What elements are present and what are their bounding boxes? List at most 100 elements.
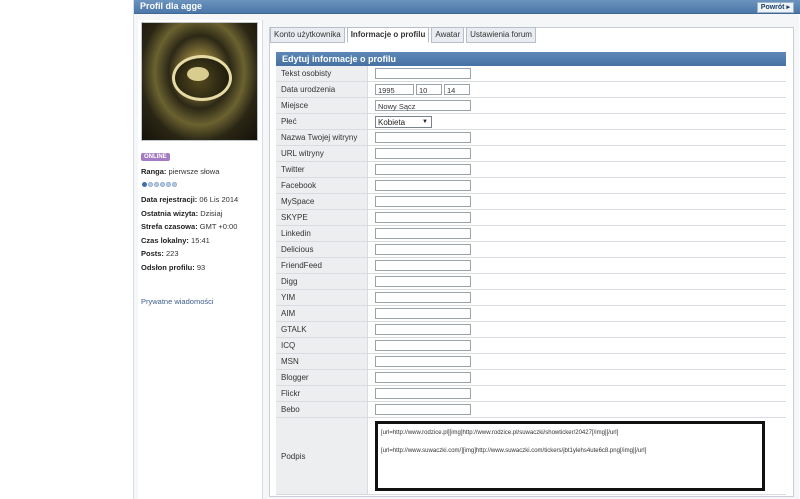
gender-select[interactable]: Kobieta ▼ — [375, 115, 432, 128]
stat-value: Dzisiaj — [200, 208, 223, 218]
field-input[interactable] — [375, 132, 471, 143]
field-label: Flickr — [276, 385, 368, 402]
form-row: MySpace — [276, 193, 786, 210]
field-input[interactable] — [375, 292, 471, 303]
field-label: Nazwa Twojej witryny — [276, 129, 368, 146]
field-input[interactable] — [375, 404, 471, 415]
stat-line: Data rejestracji: 06 Lis 2014 — [141, 195, 238, 204]
field-input[interactable] — [375, 308, 471, 319]
form-row: Tekst osobisty — [276, 66, 786, 82]
tab-profile-info[interactable]: Informacje o profilu — [346, 27, 430, 43]
rank-line: Ranga: pierwsze słowa — [141, 167, 219, 176]
profile-tabs: Konto użytkownika Informacje o profilu A… — [270, 27, 536, 43]
form-row: Linkedin — [276, 225, 786, 242]
field-label: URL witryny — [276, 145, 368, 162]
field-input[interactable] — [375, 164, 471, 175]
rank-label: Ranga: — [141, 167, 167, 176]
form-row: SKYPE — [276, 209, 786, 226]
field-input[interactable] — [375, 228, 471, 239]
field-input[interactable] — [375, 340, 471, 351]
location-input[interactable]: Nowy Sącz — [375, 100, 471, 111]
form-row: AIM — [276, 305, 786, 322]
profile-form: Tekst osobisty Data urodzenia 1995 10 14 M… — [276, 66, 786, 495]
form-row: GTALK — [276, 321, 786, 338]
rank-dot-icon — [166, 182, 171, 187]
field-label: Digg — [276, 273, 368, 290]
field-label: GTALK — [276, 321, 368, 338]
left-gutter — [0, 0, 134, 499]
field-input[interactable] — [375, 356, 471, 367]
stat-label: Odsłon profilu: — [141, 262, 195, 272]
stat-label: Czas lokalny: — [141, 235, 189, 245]
tab-forum-settings[interactable]: Ustawienia forum — [466, 27, 536, 43]
field-input[interactable] — [375, 276, 471, 287]
personal-text-label: Tekst osobisty — [276, 66, 368, 82]
tab-avatar[interactable]: Awatar — [431, 27, 465, 43]
avatar — [141, 22, 258, 141]
signature-line: [url=http://www.rodzice.pl][img]http://w… — [381, 430, 619, 436]
field-label: Facebook — [276, 177, 368, 194]
field-label: Bebo — [276, 401, 368, 418]
stat-value: 06 Lis 2014 — [199, 195, 239, 204]
stat-line: Odsłon profilu: 93 — [141, 263, 205, 272]
field-label: Twitter — [276, 161, 368, 178]
stat-label: Posts: — [141, 249, 164, 258]
gender-selected: Kobieta — [378, 117, 406, 127]
birth-month-input[interactable]: 10 — [416, 84, 442, 95]
stat-line: Posts: 223 — [141, 249, 179, 258]
field-input[interactable] — [375, 212, 471, 223]
signature-textarea[interactable]: [url=http://www.rodzice.pl][img]http://w… — [375, 421, 765, 491]
birth-year-input[interactable]: 1995 — [375, 84, 414, 95]
form-row: Facebook — [276, 177, 786, 194]
back-button[interactable]: Powrót ▸ — [756, 2, 794, 13]
stat-label: Data rejestracji: — [141, 195, 198, 204]
form-row: ICQ — [276, 337, 786, 354]
tab-account[interactable]: Konto użytkownika — [270, 27, 345, 43]
page-title: Profil dla agge — [140, 1, 203, 11]
field-input[interactable] — [375, 388, 471, 399]
field-input[interactable] — [375, 196, 471, 207]
form-row: Twitter — [276, 161, 786, 178]
back-label: Powrót — [760, 4, 785, 11]
form-row: URL witryny — [276, 145, 786, 162]
rank-dot-icon — [148, 182, 153, 187]
field-input[interactable] — [375, 180, 471, 191]
signature-row: Podpis [url=http://www.rodzice.pl][img]ht… — [276, 417, 786, 495]
rank-value: pierwsze słowa — [168, 167, 220, 176]
profile-form-panel: Edytuj informacje o profilu Tekst osobis… — [276, 52, 786, 495]
stat-line: Ostatnia wizyta: Dzisiaj — [141, 209, 222, 218]
field-input[interactable] — [375, 148, 471, 159]
stat-label: Ostatnia wizyta: — [141, 208, 199, 218]
location-label: Miejsce — [276, 97, 368, 114]
form-row: Nazwa Twojej witryny — [276, 129, 786, 146]
form-row: Płeć Kobieta ▼ — [276, 113, 786, 130]
field-input[interactable] — [375, 372, 471, 383]
form-row: Blogger — [276, 369, 786, 386]
form-row: Data urodzenia 1995 10 14 — [276, 81, 786, 98]
field-label: ICQ — [276, 337, 368, 354]
stat-line: Czas lokalny: 15:41 — [141, 236, 210, 245]
rank-dot-icon — [142, 182, 147, 187]
form-row: Digg — [276, 273, 786, 290]
field-label: Linkedin — [276, 225, 368, 242]
signature-label: Podpis — [276, 417, 368, 495]
stat-value: 223 — [166, 249, 179, 258]
signature-line: [url=http://www.suwaczki.com/][img]http:… — [381, 448, 647, 454]
rank-dot-icon — [154, 182, 159, 187]
rank-dot-icon — [172, 182, 177, 187]
field-label: Blogger — [276, 369, 368, 386]
field-input[interactable] — [375, 244, 471, 255]
field-input[interactable] — [375, 260, 471, 271]
stat-label: Strefa czasowa: — [141, 222, 198, 231]
field-input[interactable] — [375, 324, 471, 335]
dropdown-arrow-icon: ▼ — [422, 118, 428, 125]
field-label: AIM — [276, 305, 368, 322]
field-label: FriendFeed — [276, 257, 368, 274]
profile-title-bar: Profil dla agge Powrót ▸ — [134, 0, 800, 14]
form-row: MSN — [276, 353, 786, 370]
birth-day-input[interactable]: 14 — [444, 84, 470, 95]
private-messages-link[interactable]: Prywatne wiadomości — [141, 297, 214, 306]
stat-value: 93 — [196, 262, 206, 272]
personal-text-input[interactable] — [375, 68, 471, 79]
field-label: MySpace — [276, 193, 368, 210]
